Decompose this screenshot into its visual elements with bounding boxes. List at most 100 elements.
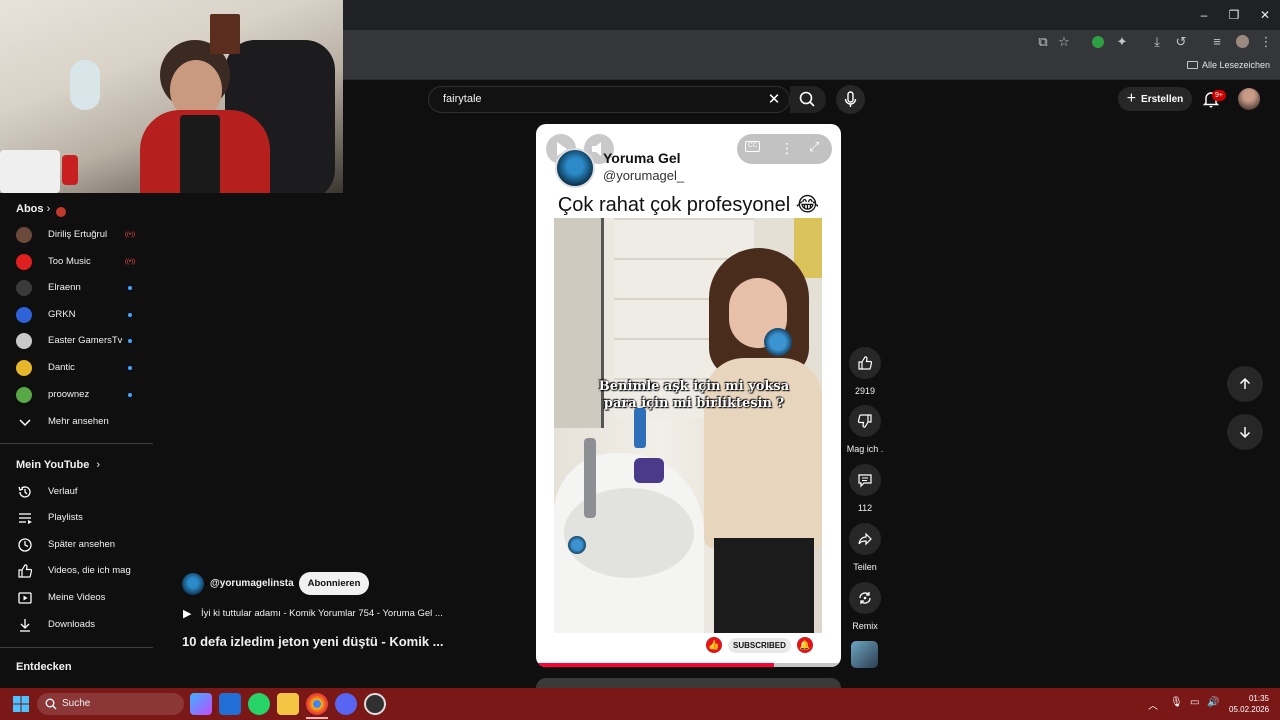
liked-videos-icon bbox=[18, 564, 33, 578]
short-caption: Çok rahat çok profesyonel 😂 bbox=[557, 194, 820, 216]
copilot-icon[interactable] bbox=[190, 693, 212, 715]
play-playlist-icon[interactable]: ▶ bbox=[183, 607, 191, 620]
all-bookmarks-button[interactable]: Alle Lesezeichen bbox=[1186, 60, 1270, 70]
share-action[interactable]: Teilen bbox=[849, 523, 881, 572]
sidebar-subscription-item[interactable]: Dantic bbox=[0, 355, 153, 381]
sidebar-subscription-item[interactable]: Diriliş Ertuğrul ((•)) bbox=[0, 222, 153, 248]
sidebar-item-label: Playlists bbox=[48, 512, 83, 523]
subscribed-label: SUBSCRIBED bbox=[728, 637, 791, 653]
sound-thumbnail[interactable] bbox=[851, 641, 878, 668]
like-button[interactable] bbox=[849, 347, 881, 379]
watch-later-icon bbox=[18, 538, 32, 552]
restore-icon[interactable]: ❐ bbox=[1225, 6, 1243, 24]
create-button[interactable]: + Erstellen bbox=[1118, 87, 1192, 111]
microsoft-store-icon[interactable] bbox=[219, 693, 241, 715]
sidebar-subscription-item[interactable]: Easter GamersTv bbox=[0, 328, 153, 354]
watermark-logo bbox=[764, 328, 792, 356]
dislike-label: Mag ich . bbox=[846, 444, 884, 454]
dislike-button[interactable] bbox=[849, 405, 881, 437]
media-queue-icon[interactable]: ≡ bbox=[1208, 33, 1226, 51]
new-content-dot bbox=[128, 366, 132, 370]
whatsapp-icon[interactable] bbox=[248, 693, 270, 715]
remix-action[interactable]: Remix bbox=[849, 582, 881, 631]
browser-menu-icon[interactable]: ⋮ bbox=[1257, 33, 1275, 51]
channel-avatar bbox=[555, 148, 595, 188]
dislike-action[interactable]: Mag ich . bbox=[847, 405, 883, 454]
sidebar-item-label: Später ansehen bbox=[48, 539, 116, 550]
info-channel-handle[interactable]: @yorumagelinsta bbox=[210, 578, 294, 589]
discord-icon[interactable] bbox=[335, 693, 357, 715]
profile-icon[interactable] bbox=[1233, 33, 1251, 51]
sidebar-item-watch-later[interactable]: Später ansehen bbox=[0, 532, 153, 558]
share-button[interactable] bbox=[849, 523, 881, 555]
clock-time: 01:35 bbox=[1248, 694, 1269, 703]
tray-chevron-up-icon[interactable]: ︿ bbox=[1148, 697, 1158, 712]
sidebar-item-my-videos[interactable]: Meine Videos bbox=[0, 585, 153, 611]
info-channel-avatar[interactable] bbox=[182, 573, 204, 595]
clear-search-icon[interactable]: ✕ bbox=[765, 91, 783, 109]
my-youtube-heading[interactable]: Mein YouTube › bbox=[16, 459, 100, 471]
channel-handle: @yorumagel_ bbox=[603, 168, 685, 183]
more-options-icon[interactable]: ⋮ bbox=[780, 140, 794, 157]
sidebar-subscription-item[interactable]: Elraenn bbox=[0, 275, 153, 301]
player-controls-right: CC ⋮ ⤢ bbox=[737, 134, 832, 164]
subscriptions-heading[interactable]: Abos › bbox=[16, 203, 50, 215]
all-bookmarks-label: Alle Lesezeichen bbox=[1201, 60, 1270, 70]
remix-label: Remix bbox=[852, 621, 878, 631]
sidebar-subscription-item[interactable]: GRKN bbox=[0, 302, 153, 328]
next-short-button[interactable] bbox=[1227, 414, 1263, 450]
taskbar-clock[interactable]: 01:35 05.02.2026 bbox=[1229, 693, 1269, 715]
minimize-icon[interactable]: – bbox=[1195, 6, 1213, 24]
taskbar-search[interactable]: Suche bbox=[37, 693, 184, 715]
remix-button[interactable] bbox=[849, 582, 881, 614]
playlist-title[interactable]: İyi ki tuttular adamı - Komik Yorumlar 7… bbox=[201, 608, 443, 619]
fullscreen-icon[interactable]: ⤢ bbox=[809, 139, 819, 155]
chrome-icon[interactable] bbox=[306, 693, 328, 715]
share-label: Teilen bbox=[853, 562, 877, 572]
plus-icon: + bbox=[1126, 90, 1137, 107]
more-subscriptions-button[interactable]: Mehr ansehen bbox=[0, 409, 153, 435]
tray-display-icon[interactable]: ▭ bbox=[1190, 697, 1199, 708]
extension-green-icon[interactable] bbox=[1089, 33, 1107, 51]
subscription-name: GRKN bbox=[48, 308, 76, 320]
account-avatar[interactable] bbox=[1238, 88, 1260, 110]
new-content-dot bbox=[128, 392, 132, 397]
elraenn-avatar bbox=[16, 280, 32, 297]
history-toolbar-icon[interactable]: ↺ bbox=[1172, 33, 1190, 51]
like-count: 2919 bbox=[854, 386, 876, 396]
subscription-name: proownez bbox=[48, 388, 90, 400]
bookmark-star-icon[interactable]: ☆ bbox=[1055, 33, 1073, 51]
new-content-dot bbox=[128, 312, 132, 317]
sidebar-subscription-item[interactable]: proownez bbox=[0, 382, 153, 408]
thumbs-down-icon bbox=[857, 414, 872, 428]
tray-microphone-icon[interactable]: 🎙 bbox=[1170, 697, 1183, 708]
extensions-puzzle-icon[interactable]: ✦ bbox=[1113, 33, 1131, 51]
download-icon[interactable]: ⤓ bbox=[1148, 33, 1166, 51]
like-action[interactable]: 2919 bbox=[849, 347, 881, 396]
short-player[interactable]: CC ⋮ ⤢ Yoruma Gel @yorumagel_ Çok rahat … bbox=[536, 124, 841, 667]
sidebar-subscription-item[interactable]: Too Music ((•)) bbox=[0, 249, 153, 275]
sidebar-item-downloads[interactable]: Downloads bbox=[0, 612, 153, 638]
voice-search-button[interactable] bbox=[836, 85, 865, 114]
search-input[interactable]: fairytale bbox=[443, 93, 482, 105]
sidebar-item-liked-videos[interactable]: Videos, die ich mag bbox=[0, 558, 153, 584]
windows-start-icon[interactable] bbox=[13, 696, 29, 712]
sidebar-item-playlists[interactable]: Playlists bbox=[0, 505, 153, 531]
subscription-name: Easter GamersTv bbox=[48, 335, 123, 347]
install-app-icon[interactable]: ⧉ bbox=[1034, 33, 1052, 51]
comments-action[interactable]: 112 bbox=[849, 464, 881, 513]
subscribe-button[interactable]: Abonnieren bbox=[299, 572, 369, 595]
close-window-icon[interactable]: ✕ bbox=[1256, 6, 1274, 24]
tray-volume-icon[interactable]: 🔊 bbox=[1207, 697, 1219, 708]
windows-taskbar: Suche bbox=[0, 688, 1280, 720]
file-explorer-icon[interactable] bbox=[277, 693, 299, 715]
obs-icon[interactable] bbox=[364, 693, 386, 715]
create-label: Erstellen bbox=[1141, 93, 1184, 105]
captions-icon[interactable]: CC bbox=[745, 141, 760, 152]
previous-short-button[interactable] bbox=[1227, 366, 1263, 402]
sidebar-item-history[interactable]: Verlauf bbox=[0, 479, 153, 505]
search-box[interactable]: fairytale ✕ bbox=[428, 86, 790, 113]
comments-button[interactable] bbox=[849, 464, 881, 496]
search-button[interactable] bbox=[790, 86, 826, 113]
short-title[interactable]: 10 defa izledim jeton yeni düştü - Komik… bbox=[182, 634, 444, 649]
